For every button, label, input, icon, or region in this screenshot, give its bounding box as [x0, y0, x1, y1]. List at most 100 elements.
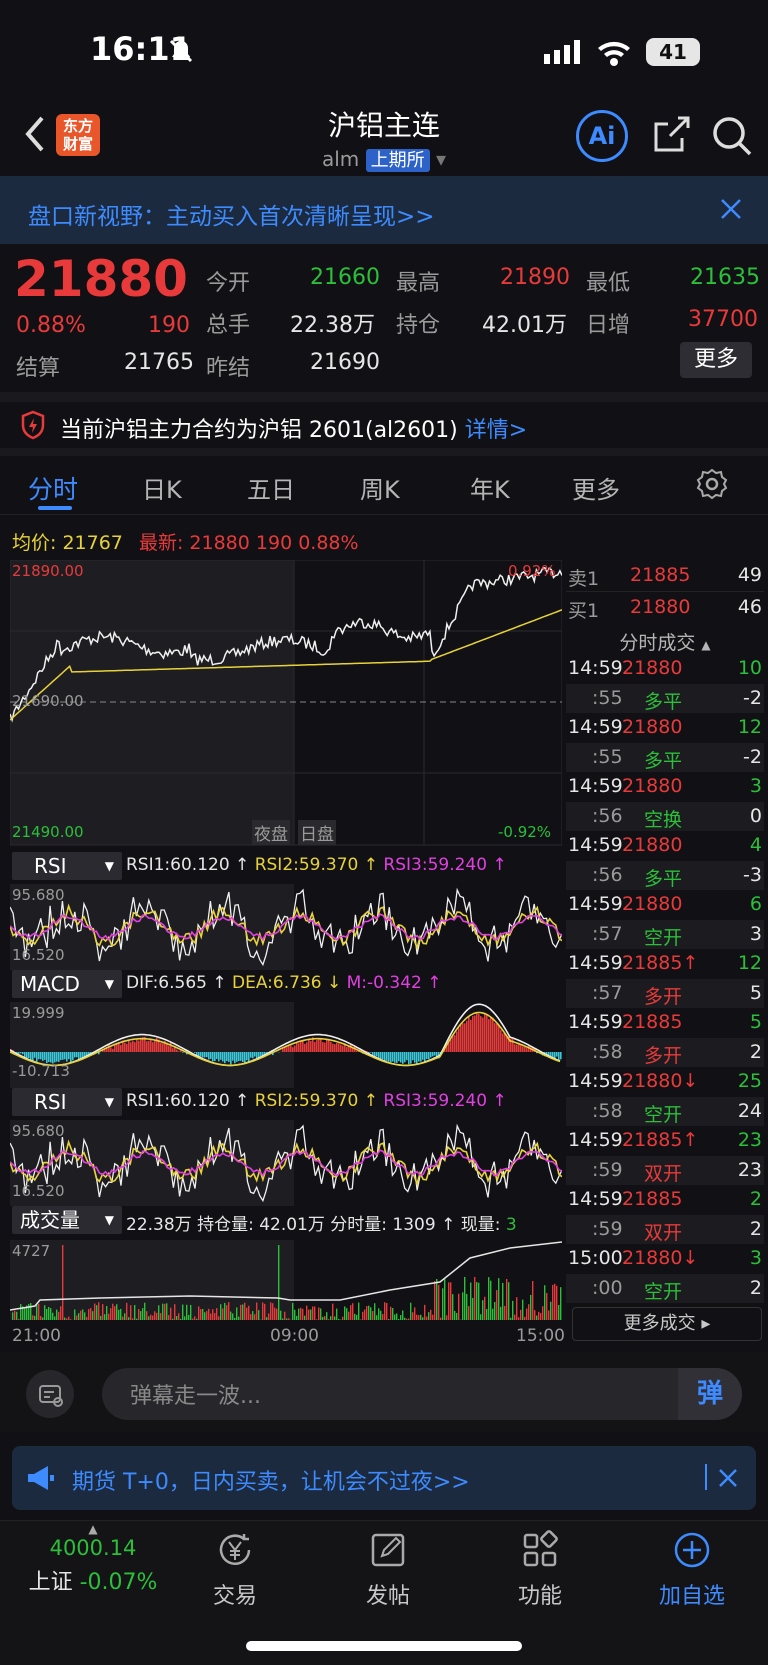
- sell-1-row: 卖1 21885 49: [566, 560, 764, 592]
- macd-bar: [384, 1052, 386, 1062]
- macd-bar: [330, 1041, 332, 1052]
- trade-oi-change: -2: [743, 686, 762, 709]
- macd-bar: [466, 1020, 468, 1052]
- settle-label: 结算: [16, 356, 61, 381]
- x-axis-end: 15:00: [516, 1326, 565, 1346]
- volume-bar: [266, 1317, 268, 1320]
- close-icon[interactable]: [718, 1468, 738, 1492]
- volume-bar: [298, 1308, 300, 1320]
- volume-bar: [374, 1303, 376, 1320]
- trades-title[interactable]: 分时成交 ▲: [566, 624, 764, 654]
- macd-bar: [496, 1023, 498, 1052]
- tab-more[interactable]: 更多: [572, 470, 620, 505]
- trade-row: 14:59 21880 12: [566, 713, 764, 743]
- share-icon[interactable]: [650, 114, 692, 160]
- macd-bar: [152, 1042, 154, 1052]
- rsi-selector[interactable]: RSI ▼: [12, 852, 122, 880]
- volume-bar: [226, 1305, 228, 1320]
- volume-bar: [478, 1282, 480, 1320]
- tab-five-day[interactable]: 五日: [247, 470, 295, 505]
- volume-bar: [54, 1316, 56, 1320]
- macd-bar: [322, 1042, 324, 1052]
- details-link[interactable]: 详情>: [465, 418, 527, 443]
- nav-add-watchlist[interactable]: 加自选: [632, 1530, 752, 1610]
- sell-qty: 49: [737, 564, 762, 586]
- volume-bar: [152, 1315, 154, 1320]
- volume-bar: [430, 1309, 432, 1320]
- divider: [0, 392, 768, 402]
- volume-bar: [192, 1318, 194, 1320]
- banner-text[interactable]: 盘口新视野：主动买入首次清晰呈现>>: [28, 197, 435, 231]
- promo-text[interactable]: 期货 T+0，日内买卖，让机会不过夜>>: [72, 1464, 470, 1496]
- tab-daily-k[interactable]: 日K: [142, 470, 182, 505]
- macd-bar: [154, 1039, 156, 1052]
- trade-time: 14:59: [568, 657, 623, 679]
- volume-bar: [420, 1314, 422, 1320]
- macd-label: MACD: [20, 972, 80, 996]
- macd-bar: [498, 1025, 500, 1052]
- danmu-settings-icon[interactable]: [26, 1370, 74, 1418]
- macd-bar: [256, 1052, 258, 1059]
- buy-qty: 46: [737, 596, 762, 618]
- nav-functions[interactable]: 功能: [480, 1530, 600, 1610]
- avg-value: 21767: [62, 532, 123, 554]
- index-ticker[interactable]: ▲ 4000.14 上证 -0.07%: [18, 1522, 168, 1596]
- more-trades-button[interactable]: 更多成交 ▸: [572, 1307, 762, 1341]
- rsi-selector-2[interactable]: RSI ▼: [12, 1088, 122, 1116]
- volume-bar: [364, 1309, 366, 1320]
- volume-bar: [452, 1294, 454, 1320]
- intraday-price-chart[interactable]: [10, 560, 562, 850]
- expand-up-icon: ▲: [88, 1522, 98, 1536]
- trade-seconds: :59: [592, 1158, 623, 1181]
- nav-trade[interactable]: 交易: [175, 1530, 295, 1610]
- volume-bar: [274, 1307, 276, 1320]
- trade-price: 21880↓: [622, 1070, 699, 1092]
- volume-bar: [392, 1308, 394, 1320]
- tab-intraday[interactable]: 分时: [28, 470, 78, 506]
- ai-button[interactable]: Ai: [576, 110, 628, 162]
- volume-bar: [60, 1306, 62, 1320]
- volume-bar: [518, 1317, 520, 1320]
- macd-bar: [328, 1040, 330, 1052]
- macd-bar: [140, 1038, 142, 1052]
- trades-title-text: 分时成交: [619, 632, 696, 654]
- volume-bar: [386, 1303, 388, 1320]
- rsi-label: RSI: [34, 854, 67, 878]
- nav-post[interactable]: 发帖: [328, 1530, 448, 1610]
- volume-bar: [112, 1303, 114, 1320]
- volume-bar: [234, 1317, 236, 1320]
- volume-bar: [450, 1282, 452, 1320]
- macd-bar: [74, 1052, 76, 1058]
- trade-row: 14:59 21880↓ 25: [566, 1067, 764, 1097]
- volume-bar: [444, 1279, 446, 1320]
- volume-bar: [300, 1307, 302, 1320]
- volume-selector[interactable]: 成交量 ▼: [12, 1206, 122, 1234]
- tab-yearly-k[interactable]: 年K: [470, 470, 510, 505]
- volume-bar: [416, 1314, 418, 1320]
- volume-bar: [18, 1318, 20, 1320]
- volume-bar: [404, 1317, 406, 1320]
- trade-oi-change: -3: [743, 863, 762, 886]
- macd-bar: [492, 1017, 494, 1052]
- volume-bar: [44, 1305, 46, 1320]
- danmu-send-button[interactable]: 弹: [678, 1368, 742, 1420]
- more-button[interactable]: 更多: [680, 342, 752, 378]
- volume-bar: [542, 1306, 544, 1320]
- oi-value: 42.01万: [482, 313, 567, 338]
- volume-bar: [314, 1306, 316, 1320]
- macd-bar: [526, 1048, 528, 1052]
- tab-weekly-k[interactable]: 周K: [360, 470, 400, 505]
- trade-seconds: :57: [592, 981, 623, 1004]
- macd-bar: [334, 1044, 336, 1052]
- macd-bar: [20, 1052, 22, 1054]
- macd-selector[interactable]: MACD ▼: [12, 970, 122, 998]
- search-icon[interactable]: [710, 114, 754, 162]
- volume-bar: [126, 1302, 128, 1320]
- close-icon[interactable]: [720, 198, 742, 224]
- gear-icon[interactable]: [696, 468, 728, 504]
- volume-bar: [68, 1316, 70, 1320]
- macd-bar: [70, 1052, 72, 1063]
- macd-bar: [404, 1052, 406, 1063]
- macd-bar: [28, 1052, 30, 1059]
- volume-bar: [222, 1308, 224, 1320]
